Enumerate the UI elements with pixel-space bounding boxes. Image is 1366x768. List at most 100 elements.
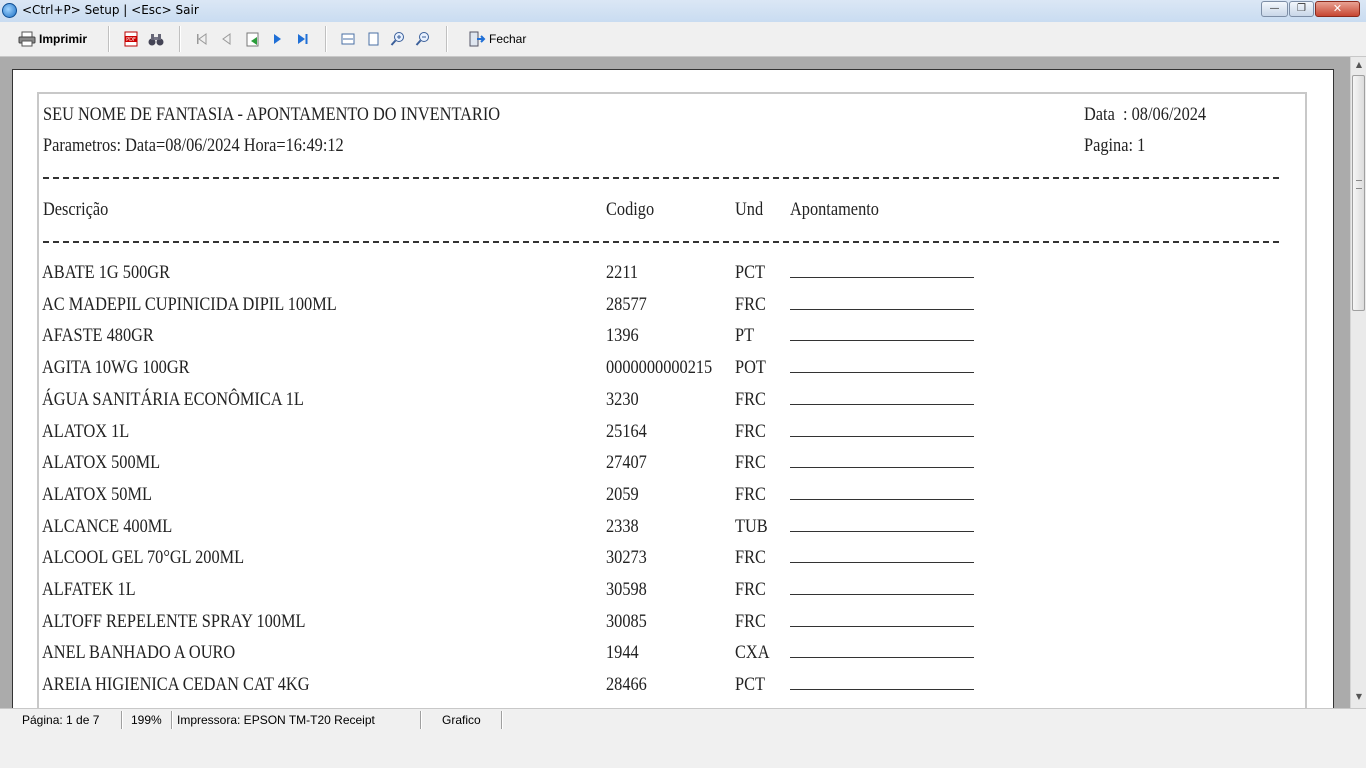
zoom-out-icon[interactable] — [414, 30, 432, 48]
first-page-icon[interactable] — [193, 30, 211, 48]
row-unit: FRC — [735, 484, 766, 505]
print-label: Imprimir — [39, 32, 88, 46]
status-bar: Página: 1 de 7 199% Impressora: EPSON TM… — [0, 708, 1366, 731]
row-count-blank — [790, 372, 974, 373]
status-printer: Impressora: EPSON TM-T20 Receipt — [177, 713, 375, 727]
zoom-in-icon[interactable] — [389, 30, 407, 48]
scroll-thumb[interactable] — [1352, 75, 1365, 311]
row-unit: FRC — [735, 547, 766, 568]
close-label: Fechar — [489, 32, 527, 46]
window-title: <Ctrl+P> Setup | <Esc> Sair — [22, 3, 199, 17]
next-page-icon[interactable] — [268, 30, 286, 48]
row-unit: PCT — [735, 674, 765, 695]
last-page-icon[interactable] — [293, 30, 311, 48]
row-code: 3230 — [606, 389, 639, 410]
row-unit: FRC — [735, 611, 766, 632]
prev-page-icon[interactable] — [218, 30, 236, 48]
row-description: AFASTE 480GR — [42, 325, 154, 346]
row-description: AREIA HIGIENICA CEDAN CAT 4KG — [42, 674, 310, 695]
row-code: 1944 — [606, 642, 639, 663]
row-code: 2338 — [606, 516, 639, 537]
close-report-button[interactable]: Fechar — [468, 28, 526, 50]
row-description: ALTOFF REPELENTE SPRAY 100ML — [42, 611, 306, 632]
row-unit: TUB — [735, 516, 768, 537]
binoculars-icon[interactable] — [147, 30, 165, 48]
status-zoom: 199% — [131, 713, 162, 727]
row-description: ALCOOL GEL 70°GL 200ML — [42, 547, 245, 568]
row-count-blank — [790, 436, 974, 437]
svg-text:PDF: PDF — [126, 37, 136, 43]
col-header-desc: Descrição — [43, 199, 109, 220]
title-bar: <Ctrl+P> Setup | <Esc> Sair — ❐ ✕ — [0, 0, 1366, 23]
report-date: Data : 08/06/2024 — [1084, 104, 1207, 125]
row-unit: POT — [735, 357, 766, 378]
toolbar: Imprimir PDF Fechar — [0, 22, 1366, 57]
row-count-blank — [790, 340, 974, 341]
print-button[interactable]: Imprimir — [18, 28, 87, 50]
col-header-count: Apontamento — [790, 199, 879, 220]
row-code: 30598 — [606, 579, 647, 600]
row-unit: PCT — [735, 262, 765, 283]
row-code: 28577 — [606, 294, 647, 315]
row-description: ALATOX 500ML — [42, 452, 161, 473]
pdf-icon[interactable]: PDF — [122, 30, 140, 48]
header-divider-top — [43, 177, 1279, 179]
exit-icon — [468, 31, 486, 47]
status-mode: Grafico — [442, 713, 481, 727]
page-width-icon[interactable] — [339, 30, 357, 48]
row-unit: FRC — [735, 294, 766, 315]
status-page: Página: 1 de 7 — [22, 713, 100, 727]
row-code: 30273 — [606, 547, 647, 568]
row-count-blank — [790, 277, 974, 278]
row-code: 2059 — [606, 484, 639, 505]
goto-page-icon[interactable] — [244, 30, 262, 48]
report-title: SEU NOME DE FANTASIA - APONTAMENTO DO IN… — [43, 104, 501, 125]
row-unit: FRC — [735, 389, 766, 410]
row-description: ABATE 1G 500GR — [42, 262, 171, 283]
row-count-blank — [790, 404, 974, 405]
report-page-number: Pagina: 1 — [1084, 135, 1146, 156]
row-code: 1396 — [606, 325, 639, 346]
row-code: 25164 — [606, 421, 647, 442]
row-code: 27407 — [606, 452, 647, 473]
header-divider-bottom — [43, 241, 1279, 243]
row-code: 2211 — [606, 262, 639, 283]
vertical-scrollbar[interactable]: ▲ ▼ — [1350, 57, 1366, 708]
maximize-button[interactable]: ❐ — [1289, 1, 1314, 17]
app-icon — [2, 3, 17, 18]
col-header-unit: Und — [735, 199, 764, 220]
row-count-blank — [790, 309, 974, 310]
row-unit: FRC — [735, 421, 766, 442]
report-params: Parametros: Data=08/06/2024 Hora=16:49:1… — [43, 135, 344, 156]
row-count-blank — [790, 531, 974, 532]
row-code: 28466 — [606, 674, 647, 695]
scroll-down-icon[interactable]: ▼ — [1351, 689, 1366, 705]
row-description: ALATOX 1L — [42, 421, 130, 442]
row-description: ANEL BANHADO A OURO — [42, 642, 236, 663]
col-header-code: Codigo — [606, 199, 655, 220]
row-code: 30085 — [606, 611, 647, 632]
row-description: ALATOX 50ML — [42, 484, 152, 505]
printer-icon — [18, 31, 36, 47]
row-description: AC MADEPIL CUPINICIDA DIPIL 100ML — [42, 294, 337, 315]
row-count-blank — [790, 689, 974, 690]
scroll-up-icon[interactable]: ▲ — [1351, 57, 1366, 73]
row-count-blank — [790, 626, 974, 627]
row-count-blank — [790, 594, 974, 595]
bottom-area — [0, 731, 1366, 768]
row-unit: PT — [735, 325, 755, 346]
close-button[interactable]: ✕ — [1315, 1, 1360, 17]
row-count-blank — [790, 657, 974, 658]
row-count-blank — [790, 562, 974, 563]
row-count-blank — [790, 499, 974, 500]
row-description: AGITA 10WG 100GR — [42, 357, 190, 378]
row-unit: FRC — [735, 579, 766, 600]
whole-page-icon[interactable] — [364, 30, 382, 48]
row-description: ÁGUA SANITÁRIA ECONÔMICA 1L — [42, 389, 304, 410]
report-viewer[interactable]: SEU NOME DE FANTASIA - APONTAMENTO DO IN… — [0, 57, 1350, 708]
minimize-button[interactable]: — — [1261, 1, 1288, 17]
row-code: 0000000000215 — [606, 357, 713, 378]
row-unit: FRC — [735, 452, 766, 473]
row-description: ALCANCE 400ML — [42, 516, 173, 537]
row-count-blank — [790, 467, 974, 468]
